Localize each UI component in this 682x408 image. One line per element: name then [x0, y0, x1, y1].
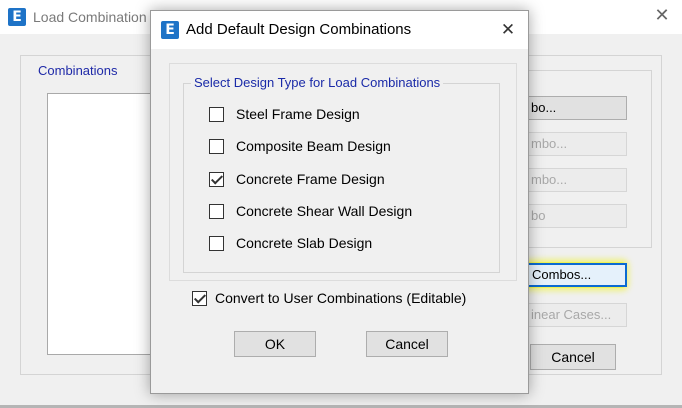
etabs-logo-icon: E: [8, 8, 26, 26]
steel-frame-design-checkbox[interactable]: [209, 106, 224, 122]
concrete-slab-design-option[interactable]: Concrete Slab Design: [209, 233, 372, 253]
etabs-app-icon: E: [161, 21, 179, 39]
concrete-frame-design-label: Concrete Frame Design: [236, 171, 385, 187]
background-cancel-button[interactable]: Cancel: [530, 344, 616, 370]
concrete-frame-design-option[interactable]: Concrete Frame Design: [209, 169, 385, 189]
design-type-group-label: Select Design Type for Load Combinations: [191, 75, 444, 90]
dialog-title-bar: E Add Default Design Combinations ✕: [151, 11, 528, 49]
convert-to-user-combinations-label: Convert to User Combinations (Editable): [215, 290, 467, 306]
steel-frame-design-option[interactable]: Steel Frame Design: [209, 104, 360, 124]
convert-to-user-combinations-option[interactable]: Convert to User Combinations (Editable): [192, 288, 466, 308]
concrete-shear-wall-design-label: Concrete Shear Wall Design: [236, 203, 413, 219]
concrete-shear-wall-design-checkbox[interactable]: [209, 203, 224, 219]
ok-button[interactable]: OK: [234, 331, 316, 357]
convert-to-user-combinations-checkbox[interactable]: [192, 290, 207, 306]
composite-beam-design-label: Composite Beam Design: [236, 138, 391, 154]
steel-frame-design-label: Steel Frame Design: [236, 106, 360, 122]
cancel-button[interactable]: Cancel: [366, 331, 448, 357]
dialog-title: Add Default Design Combinations: [186, 21, 412, 38]
composite-beam-design-option[interactable]: Composite Beam Design: [209, 136, 391, 156]
combinations-group-label: Combinations: [36, 63, 120, 78]
background-window-title: Load Combination: [33, 9, 147, 25]
concrete-frame-design-checkbox[interactable]: [209, 171, 224, 187]
background-close-icon[interactable]: ✕: [650, 4, 674, 28]
combinations-list[interactable]: [47, 93, 159, 355]
close-icon[interactable]: ✕: [496, 18, 520, 42]
add-default-design-combinations-dialog: E Add Default Design Combinations ✕ Sele…: [150, 10, 529, 394]
composite-beam-design-checkbox[interactable]: [209, 138, 224, 154]
concrete-slab-design-label: Concrete Slab Design: [236, 235, 373, 251]
concrete-shear-wall-design-option[interactable]: Concrete Shear Wall Design: [209, 201, 412, 221]
concrete-slab-design-checkbox[interactable]: [209, 235, 224, 251]
